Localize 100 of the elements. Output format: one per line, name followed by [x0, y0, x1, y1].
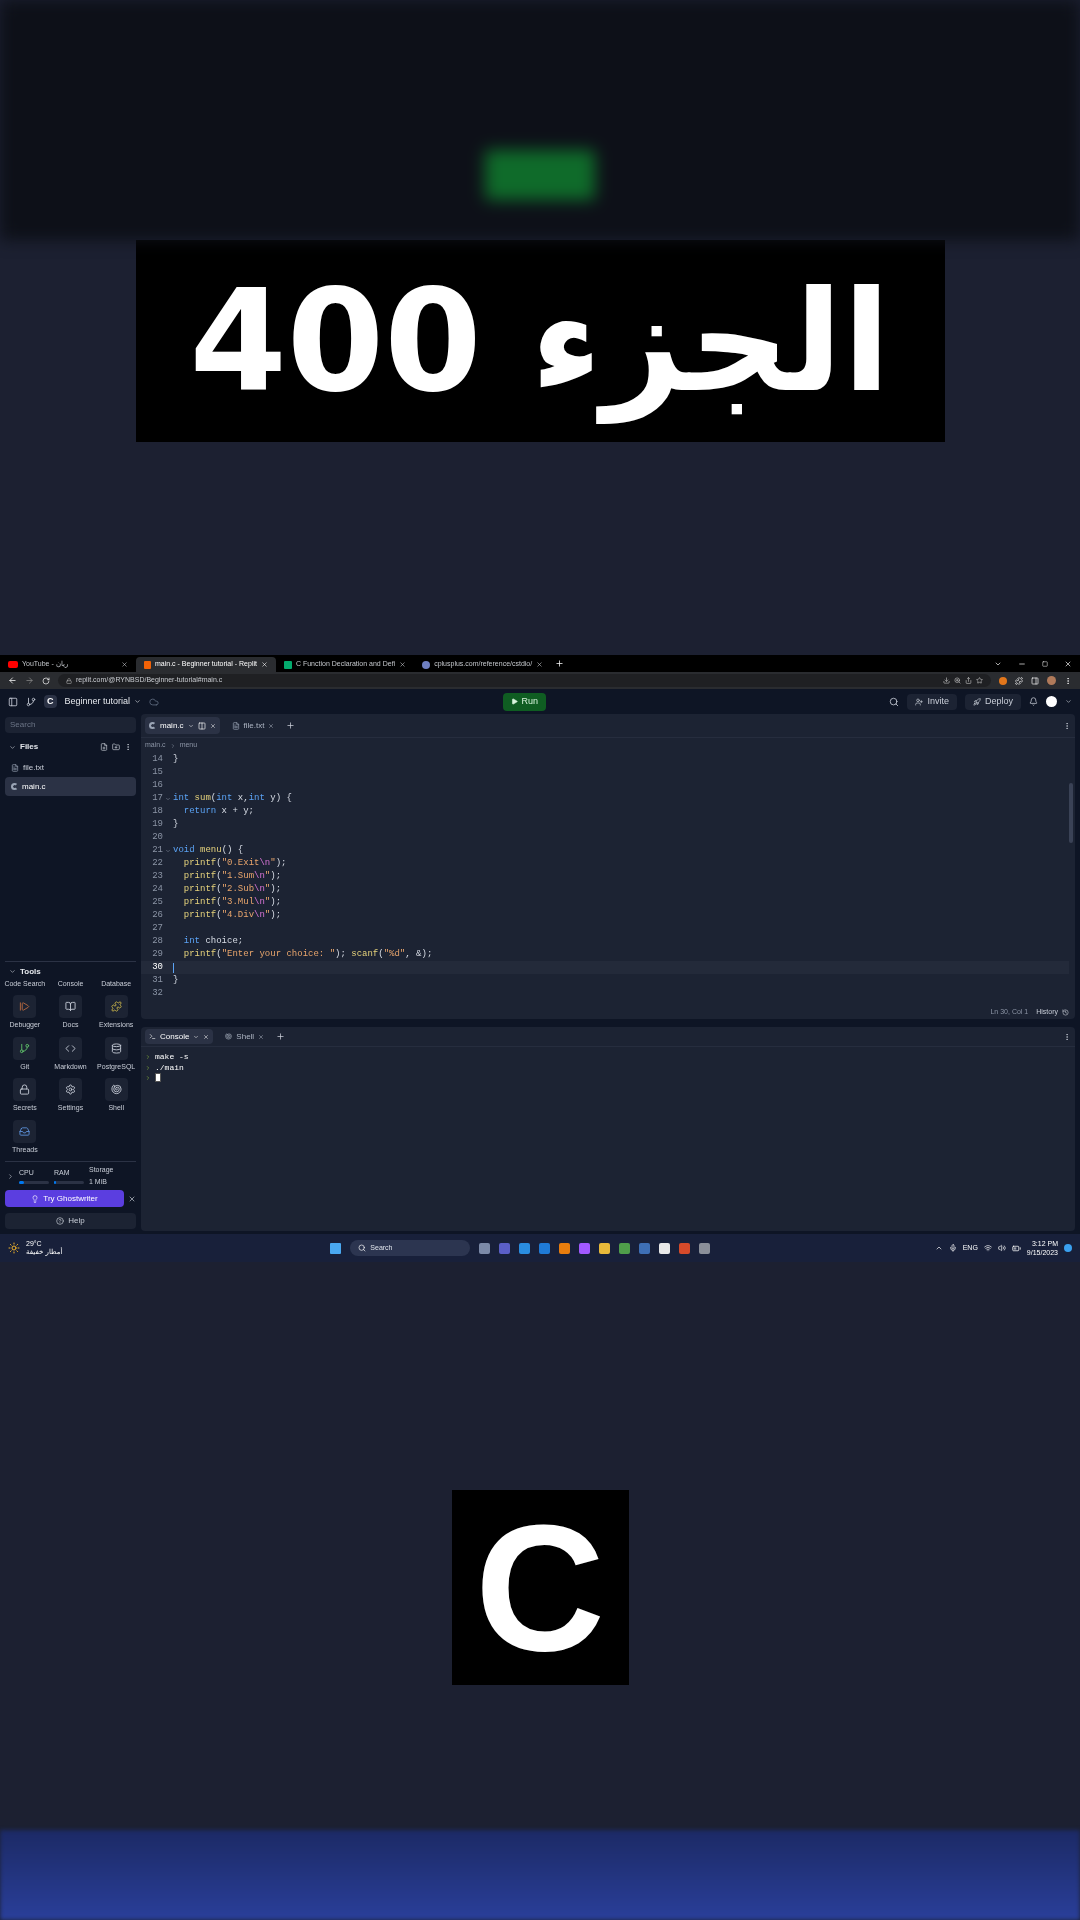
- line-number: 20: [151, 830, 163, 844]
- invite-button[interactable]: Invite: [907, 693, 957, 710]
- add-tab-icon[interactable]: [276, 1032, 286, 1041]
- file-item[interactable]: file.txt: [5, 758, 136, 777]
- speaker-icon[interactable]: [997, 1244, 1006, 1252]
- tool-icon: [59, 1078, 82, 1101]
- user-avatar[interactable]: [1046, 696, 1057, 707]
- zoom-icon[interactable]: [954, 677, 961, 684]
- run-button[interactable]: Run: [502, 692, 546, 711]
- branch-icon[interactable]: [26, 696, 36, 707]
- close-icon[interactable]: [536, 661, 544, 668]
- caret-icon[interactable]: [1065, 698, 1072, 705]
- extension-icon[interactable]: [999, 676, 1007, 685]
- new-file-icon[interactable]: [100, 743, 108, 751]
- ghostwriter-button[interactable]: Try Ghostwriter: [5, 1190, 124, 1207]
- letter-text: C: [475, 1497, 605, 1678]
- more-icon[interactable]: [124, 743, 132, 751]
- code-line: int sum(int x,int y) {: [173, 791, 292, 805]
- code-line: }: [173, 973, 179, 987]
- new-tab-icon[interactable]: [555, 659, 565, 668]
- more-icon[interactable]: [1063, 1032, 1071, 1041]
- start-icon[interactable]: [330, 1242, 342, 1254]
- text-file-icon: [11, 763, 19, 772]
- line-number: 31: [151, 973, 163, 987]
- language-badge: C: [44, 694, 57, 709]
- new-folder-icon[interactable]: [112, 743, 120, 751]
- c-file-icon: [149, 722, 156, 729]
- add-user-icon: [915, 697, 924, 706]
- microphone-icon[interactable]: [948, 1244, 957, 1252]
- caret-icon: [187, 722, 194, 729]
- lock-icon: [66, 677, 72, 684]
- notifications-icon[interactable]: [1029, 697, 1038, 706]
- file-item[interactable]: main.c: [5, 777, 136, 796]
- side-panel-icon[interactable]: [1031, 676, 1039, 685]
- share-icon[interactable]: [965, 677, 972, 684]
- repl-name[interactable]: Beginner tutorial: [64, 694, 142, 709]
- more-icon[interactable]: [1063, 721, 1071, 730]
- line-number: 29: [151, 947, 163, 961]
- bookmark-icon[interactable]: [976, 677, 983, 684]
- code-line: void menu() {: [173, 843, 244, 857]
- close-icon[interactable]: [121, 661, 128, 668]
- forward-icon[interactable]: [25, 676, 34, 685]
- editor-tab[interactable]: file.txt: [227, 717, 279, 734]
- replit-logo-icon: [144, 660, 151, 669]
- expand-icon[interactable]: [7, 1172, 14, 1180]
- search-icon[interactable]: [889, 696, 900, 707]
- app-icon[interactable]: [659, 1242, 671, 1254]
- separator-icon: [169, 742, 176, 749]
- text-file-icon: [231, 721, 240, 730]
- collapse-icon[interactable]: [9, 743, 16, 751]
- line-number: 30: [151, 960, 163, 974]
- app-icon[interactable]: [559, 1242, 571, 1254]
- weather-icon: [8, 1242, 20, 1254]
- search-icon: [358, 1244, 367, 1252]
- sidebar-toggle-icon[interactable]: [8, 696, 18, 707]
- line-number: 21: [151, 843, 163, 857]
- tool-icon: [104, 995, 128, 1018]
- console-tab[interactable]: Console: [145, 1029, 214, 1044]
- line-number: 32: [151, 986, 163, 1000]
- code-line: printf("1.Sum\n");: [182, 869, 282, 883]
- tool-icon: [13, 1036, 37, 1060]
- wifi-icon[interactable]: [983, 1244, 992, 1252]
- code-line: int choice;: [182, 934, 244, 948]
- line-number: 23: [151, 869, 163, 883]
- menu-icon[interactable]: [1064, 676, 1072, 685]
- close-icon[interactable]: [260, 661, 268, 668]
- extensions-icon[interactable]: [1015, 676, 1023, 685]
- line-number: 27: [151, 921, 163, 935]
- install-icon[interactable]: [943, 677, 950, 684]
- tray-expand-icon[interactable]: [934, 1244, 943, 1252]
- file-name: file.txt: [23, 761, 44, 774]
- add-tab-icon[interactable]: [286, 721, 296, 730]
- profile-avatar[interactable]: [1047, 676, 1056, 685]
- tool-icon: [104, 1036, 128, 1060]
- tool-icon: [13, 995, 37, 1018]
- help-button[interactable]: Help: [5, 1213, 136, 1229]
- app-icon[interactable]: [599, 1242, 611, 1254]
- caret-icon: [193, 1033, 200, 1040]
- battery-icon[interactable]: [1011, 1243, 1021, 1253]
- close-icon[interactable]: [128, 1194, 136, 1203]
- code-line: printf("2.Sub\n");: [182, 882, 282, 896]
- scrollbar-thumb[interactable]: [1069, 783, 1073, 843]
- code-line: }: [173, 752, 179, 766]
- reload-icon[interactable]: [42, 676, 50, 685]
- deploy-button[interactable]: Deploy: [965, 693, 1021, 710]
- console-tab[interactable]: Shell: [221, 1029, 269, 1044]
- notification-icon[interactable]: [1064, 1244, 1072, 1252]
- site-logo-icon: [422, 660, 431, 669]
- history-icon: [1062, 1008, 1069, 1016]
- close-icon[interactable]: [1064, 659, 1072, 668]
- split-icon[interactable]: [197, 721, 206, 730]
- collapse-icon[interactable]: [9, 968, 16, 975]
- close-icon[interactable]: [399, 661, 407, 668]
- code-line: printf("Enter your choice: "); scanf("%d", &);: [182, 947, 433, 961]
- editor-tab[interactable]: main.c: [145, 717, 220, 734]
- video-logo-icon: [8, 661, 18, 668]
- maximize-icon[interactable]: [1042, 660, 1048, 667]
- back-icon[interactable]: [8, 676, 17, 685]
- line-number: 24: [151, 882, 163, 896]
- rocket-icon: [973, 697, 981, 706]
